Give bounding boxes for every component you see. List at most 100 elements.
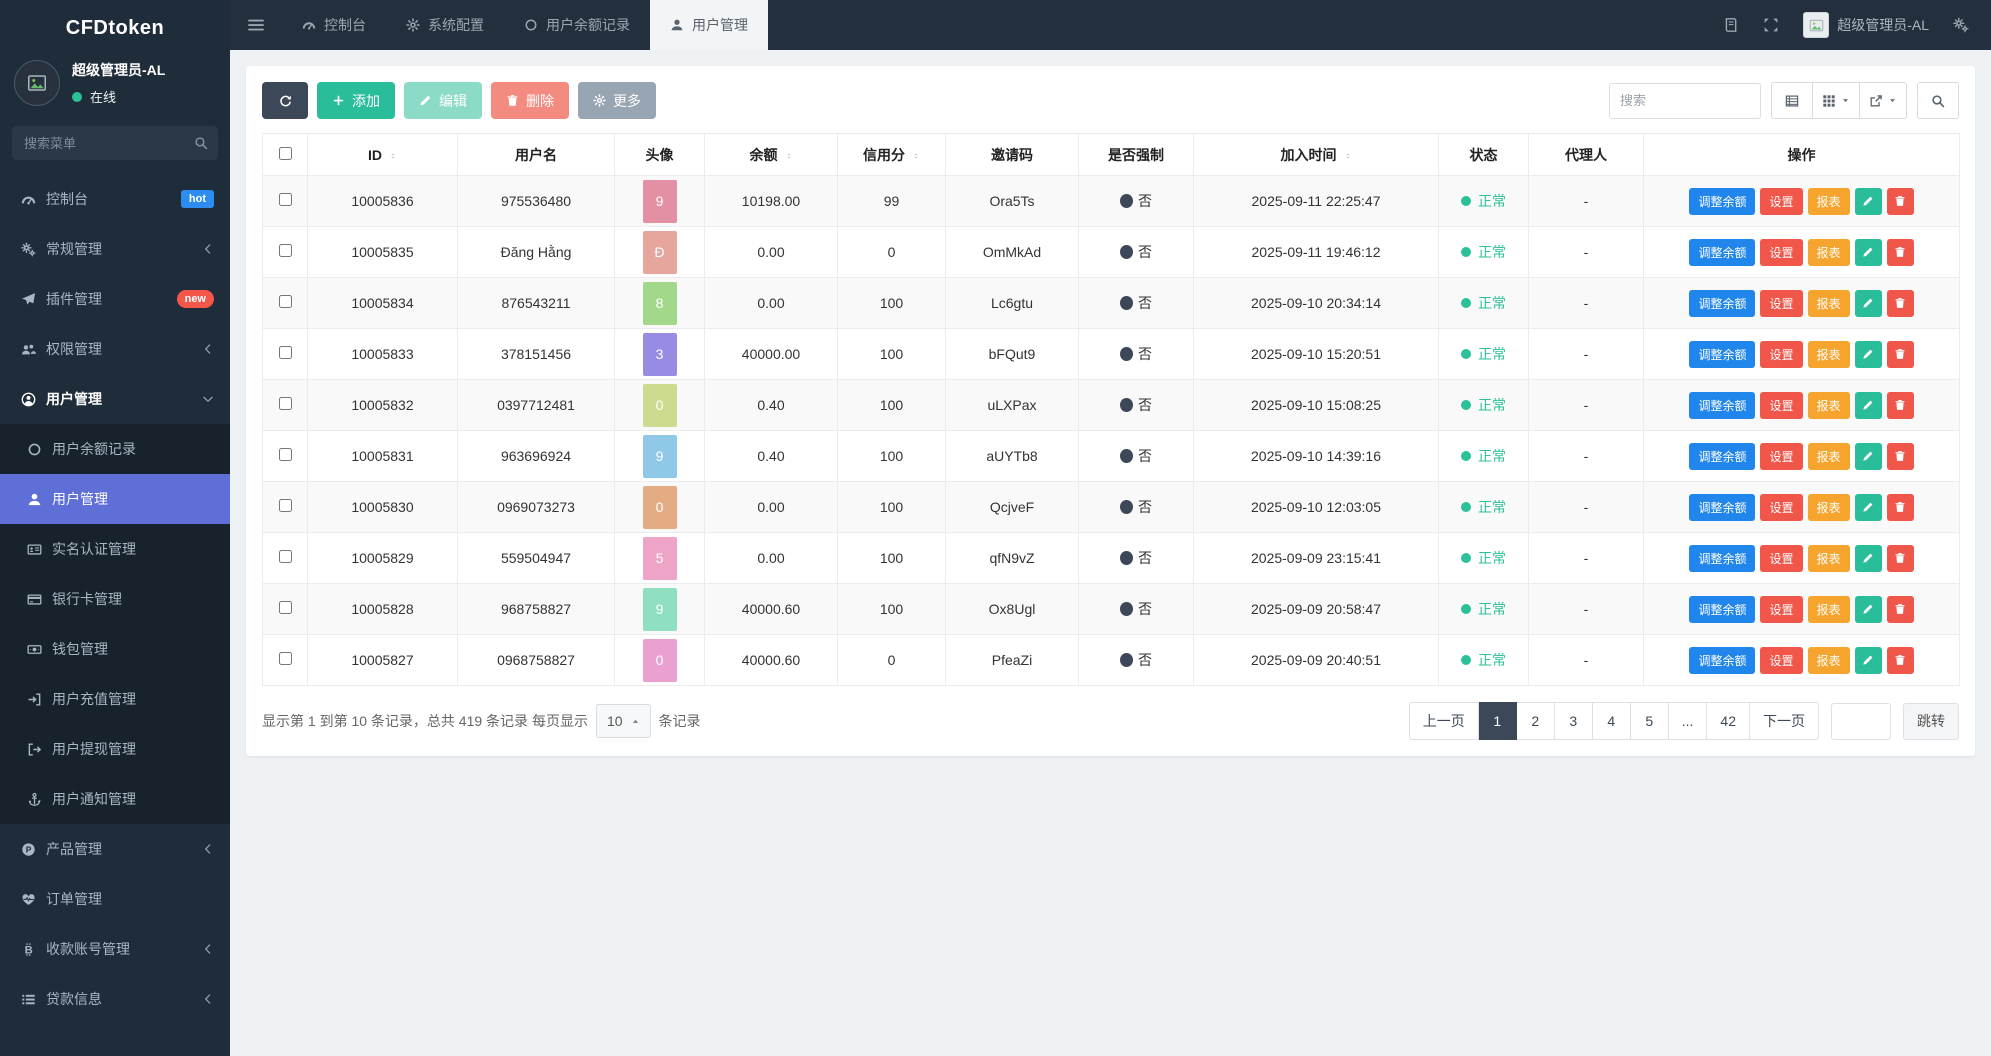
settings-button[interactable]: 设置	[1760, 596, 1802, 623]
sidebar-item-users[interactable]: 权限管理	[0, 324, 230, 374]
export-button[interactable]	[1860, 82, 1907, 119]
page-button[interactable]: 5	[1631, 702, 1669, 740]
edit-row-button[interactable]	[1855, 494, 1882, 521]
toggle-view-button[interactable]	[1771, 82, 1813, 119]
edit-row-button[interactable]	[1855, 290, 1882, 317]
edit-row-button[interactable]	[1855, 545, 1882, 572]
row-checkbox[interactable]	[279, 499, 292, 512]
edit-row-button[interactable]	[1855, 443, 1882, 470]
delete-row-button[interactable]	[1887, 494, 1914, 521]
page-button[interactable]: 2	[1517, 702, 1555, 740]
adjust-balance-button[interactable]: 调整余额	[1689, 647, 1755, 674]
sidebar-item-circle[interactable]: 用户余额记录	[0, 424, 230, 474]
row-checkbox[interactable]	[279, 346, 292, 359]
delete-row-button[interactable]	[1887, 647, 1914, 674]
hamburger-menu-icon[interactable]	[230, 0, 282, 50]
page-button[interactable]: 3	[1555, 702, 1593, 740]
adjust-balance-button[interactable]: 调整余额	[1689, 290, 1755, 317]
adjust-balance-button[interactable]: 调整余额	[1689, 341, 1755, 368]
tab-circle[interactable]: 用户余额记录	[504, 0, 650, 50]
edit-row-button[interactable]	[1855, 341, 1882, 368]
report-button[interactable]: 报表	[1808, 290, 1850, 317]
sidebar-item-heartbeat[interactable]: 订单管理	[0, 874, 230, 924]
settings-button[interactable]: 设置	[1760, 341, 1802, 368]
sidebar-item-credit-card[interactable]: 银行卡管理	[0, 574, 230, 624]
page-button[interactable]: 1	[1479, 702, 1517, 740]
delete-row-button[interactable]	[1887, 443, 1914, 470]
sidebar-item-sign-out[interactable]: 用户提现管理	[0, 724, 230, 774]
jump-button[interactable]: 跳转	[1903, 703, 1959, 740]
sidebar-item-id-card[interactable]: 实名认证管理	[0, 524, 230, 574]
settings-button[interactable]: 设置	[1760, 545, 1802, 572]
sidebar-item-dashboard[interactable]: 控制台hot	[0, 174, 230, 224]
fullscreen-icon[interactable]	[1763, 17, 1779, 33]
settings-button[interactable]: 设置	[1760, 494, 1802, 521]
sidebar-item-rocket[interactable]: 插件管理new	[0, 274, 230, 324]
search-submit-button[interactable]	[1917, 82, 1959, 119]
sidebar-item-user[interactable]: 用户管理	[0, 474, 230, 524]
settings-button[interactable]: 设置	[1760, 443, 1802, 470]
adjust-balance-button[interactable]: 调整余额	[1689, 596, 1755, 623]
settings-button[interactable]: 设置	[1760, 239, 1802, 266]
page-button[interactable]: 上一页	[1409, 702, 1479, 740]
report-button[interactable]: 报表	[1808, 443, 1850, 470]
tab-dashboard[interactable]: 控制台	[282, 0, 386, 50]
sidebar-item-gears[interactable]: 常规管理	[0, 224, 230, 274]
sidebar-item-sign-in[interactable]: 用户充值管理	[0, 674, 230, 724]
tab-gear[interactable]: 系统配置	[386, 0, 504, 50]
adjust-balance-button[interactable]: 调整余额	[1689, 392, 1755, 419]
delete-row-button[interactable]	[1887, 596, 1914, 623]
sort-icon[interactable]	[785, 152, 793, 160]
page-button[interactable]: 下一页	[1750, 702, 1819, 740]
edit-row-button[interactable]	[1855, 239, 1882, 266]
user-menu[interactable]: 超级管理员-AL	[1803, 12, 1929, 38]
row-checkbox[interactable]	[279, 193, 292, 206]
report-button[interactable]: 报表	[1808, 239, 1850, 266]
row-checkbox[interactable]	[279, 295, 292, 308]
row-checkbox[interactable]	[279, 244, 292, 257]
row-checkbox[interactable]	[279, 448, 292, 461]
settings-button[interactable]: 设置	[1760, 188, 1802, 215]
sidebar-item-bitcoin[interactable]: B收款账号管理	[0, 924, 230, 974]
row-checkbox[interactable]	[279, 550, 292, 563]
page-button[interactable]: ...	[1669, 702, 1708, 740]
delete-row-button[interactable]	[1887, 545, 1914, 572]
page-button[interactable]: 42	[1707, 702, 1750, 740]
sort-icon[interactable]	[912, 152, 920, 160]
adjust-balance-button[interactable]: 调整余额	[1689, 188, 1755, 215]
more-button[interactable]: 更多	[578, 82, 656, 119]
report-button[interactable]: 报表	[1808, 188, 1850, 215]
edit-row-button[interactable]	[1855, 188, 1882, 215]
report-button[interactable]: 报表	[1808, 596, 1850, 623]
page-size-select[interactable]: 10	[596, 704, 651, 738]
table-search-input[interactable]	[1609, 83, 1761, 119]
sidebar-item-product[interactable]: P产品管理	[0, 824, 230, 874]
delete-row-button[interactable]	[1887, 341, 1914, 368]
edit-row-button[interactable]	[1855, 596, 1882, 623]
sidebar-item-money[interactable]: 钱包管理	[0, 624, 230, 674]
row-checkbox[interactable]	[279, 652, 292, 665]
sort-icon[interactable]	[389, 152, 397, 160]
edit-row-button[interactable]	[1855, 647, 1882, 674]
columns-button[interactable]	[1813, 82, 1860, 119]
edit-button[interactable]: 编辑	[404, 82, 482, 119]
settings-button[interactable]: 设置	[1760, 647, 1802, 674]
adjust-balance-button[interactable]: 调整余额	[1689, 443, 1755, 470]
row-checkbox[interactable]	[279, 397, 292, 410]
tab-user[interactable]: 用户管理	[650, 0, 768, 50]
refresh-button[interactable]	[262, 82, 308, 119]
report-button[interactable]: 报表	[1808, 341, 1850, 368]
report-button[interactable]: 报表	[1808, 494, 1850, 521]
settings-button[interactable]: 设置	[1760, 392, 1802, 419]
sidebar-item-user-circle[interactable]: 用户管理	[0, 374, 230, 424]
settings-cogs-icon[interactable]	[1953, 17, 1969, 33]
sort-icon[interactable]	[1344, 152, 1352, 160]
report-button[interactable]: 报表	[1808, 647, 1850, 674]
delete-row-button[interactable]	[1887, 239, 1914, 266]
page-button[interactable]: 4	[1593, 702, 1631, 740]
row-checkbox[interactable]	[279, 601, 292, 614]
delete-button[interactable]: 删除	[491, 82, 569, 119]
jump-page-input[interactable]	[1831, 703, 1891, 740]
edit-row-button[interactable]	[1855, 392, 1882, 419]
adjust-balance-button[interactable]: 调整余额	[1689, 239, 1755, 266]
